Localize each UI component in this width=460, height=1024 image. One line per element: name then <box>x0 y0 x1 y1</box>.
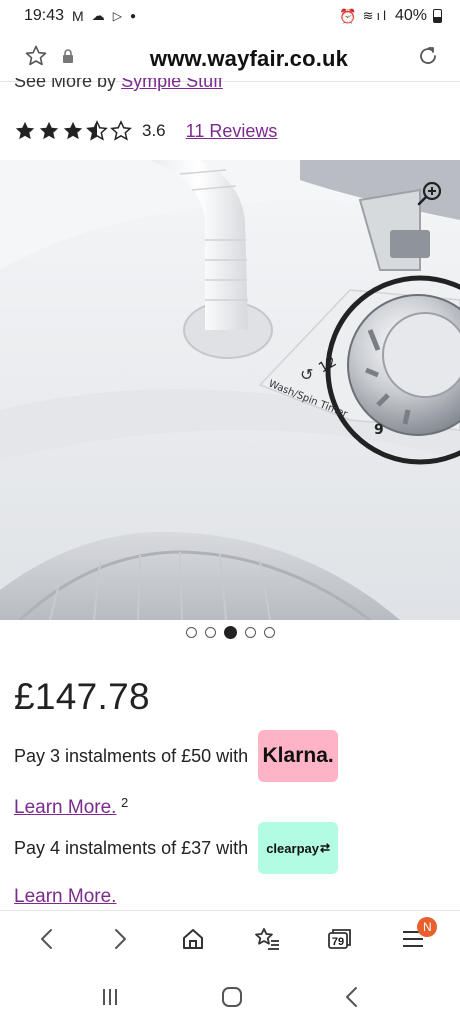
system-back-button[interactable] <box>344 986 360 1013</box>
wifi-signal-icon: ≋ıl <box>362 8 389 23</box>
system-home-icon <box>221 987 242 1007</box>
brand-link[interactable]: Symple Stuff <box>121 78 223 91</box>
tabs-button[interactable]: 79 <box>320 919 360 959</box>
browser-toolbar: 79 N <box>0 910 460 966</box>
carousel-dots <box>0 626 460 639</box>
system-back-icon <box>345 987 357 1007</box>
alarm-icon: ⏰ <box>339 7 357 24</box>
klarna-learn-more-link[interactable]: Learn More. <box>14 797 116 819</box>
star-icon <box>15 121 35 140</box>
recent-apps-icon <box>103 989 118 1005</box>
klarna-text: Pay 3 instalments of £50 with <box>14 745 249 766</box>
half-star-icon <box>86 120 108 141</box>
back-button[interactable] <box>27 919 67 959</box>
system-home-button[interactable] <box>221 986 243 1013</box>
status-bar: 19:43 M ☁ ▷ ● ⏰ ≋ıl 40% <box>0 0 460 32</box>
star-icon <box>39 121 59 140</box>
clearpay-logo-text: clearpay <box>266 840 319 856</box>
clearpay-arrows-icon: ⇄ <box>319 841 331 855</box>
carousel-dot[interactable] <box>204 627 216 638</box>
carousel-dot-active[interactable] <box>223 626 237 639</box>
menu-button[interactable]: N <box>393 916 438 959</box>
bookmarks-button[interactable] <box>247 919 287 959</box>
empty-star-icon <box>110 120 132 141</box>
carousel-dot[interactable] <box>185 627 197 638</box>
brand-line: See More by Symple Stuff <box>14 78 434 94</box>
home-button[interactable] <box>173 919 213 959</box>
chevron-left-icon <box>40 928 52 949</box>
recent-apps-button[interactable] <box>100 987 120 1012</box>
clearpay-learn-more-link[interactable]: Learn More. <box>14 886 116 908</box>
reviews-link[interactable]: 11 Reviews <box>186 121 278 142</box>
rating-value: 3.6 <box>142 121 166 140</box>
reload-icon[interactable] <box>416 44 440 73</box>
footnote-marker: 2 <box>121 795 129 810</box>
star-icon <box>63 121 83 140</box>
product-image[interactable]: 12 9 Wash/Spin Timer ↺ <box>0 160 460 620</box>
url-text[interactable]: www.wayfair.co.uk <box>74 46 416 72</box>
carousel-dot[interactable] <box>263 627 275 638</box>
klarna-row: Pay 3 instalments of £50 with Klarna. <box>14 730 339 782</box>
brand-line-prefix: See More by <box>14 78 117 91</box>
dial-number-9: 9 <box>374 422 384 438</box>
system-navigation <box>0 975 460 1024</box>
home-icon <box>183 928 204 949</box>
bookmarks-star-list-icon <box>254 927 279 950</box>
forward-button[interactable] <box>100 919 140 959</box>
battery-label: 40% <box>394 7 427 24</box>
carousel-dot[interactable] <box>244 627 256 638</box>
zoom-in-icon[interactable] <box>416 180 444 213</box>
klarna-logo: Klarna. <box>258 730 339 782</box>
more-dot-icon: ● <box>129 10 136 22</box>
gmail-icon: M <box>72 8 84 24</box>
clearpay-text: Pay 4 instalments of £37 with <box>14 837 249 858</box>
bookmark-star-icon[interactable] <box>24 44 48 73</box>
status-time: 19:43 <box>24 7 65 24</box>
star-rating <box>14 120 132 142</box>
clearpay-row: Pay 4 instalments of £37 with clearpay ⇄ <box>14 822 339 874</box>
spin-icon: ↺ <box>300 365 313 384</box>
url-bar: www.wayfair.co.uk <box>0 36 460 82</box>
lock-icon <box>62 49 74 68</box>
menu-notification-badge: N <box>417 916 438 937</box>
play-icon: ▷ <box>112 9 122 23</box>
battery-icon <box>433 9 442 23</box>
product-price: £147.78 <box>14 676 150 717</box>
chevron-right-icon <box>114 928 126 949</box>
tab-count: 79 <box>331 935 345 948</box>
cloud-icon: ☁ <box>91 8 105 23</box>
clearpay-logo: clearpay ⇄ <box>258 822 339 874</box>
rating-row: 3.6 11 Reviews <box>14 120 277 142</box>
